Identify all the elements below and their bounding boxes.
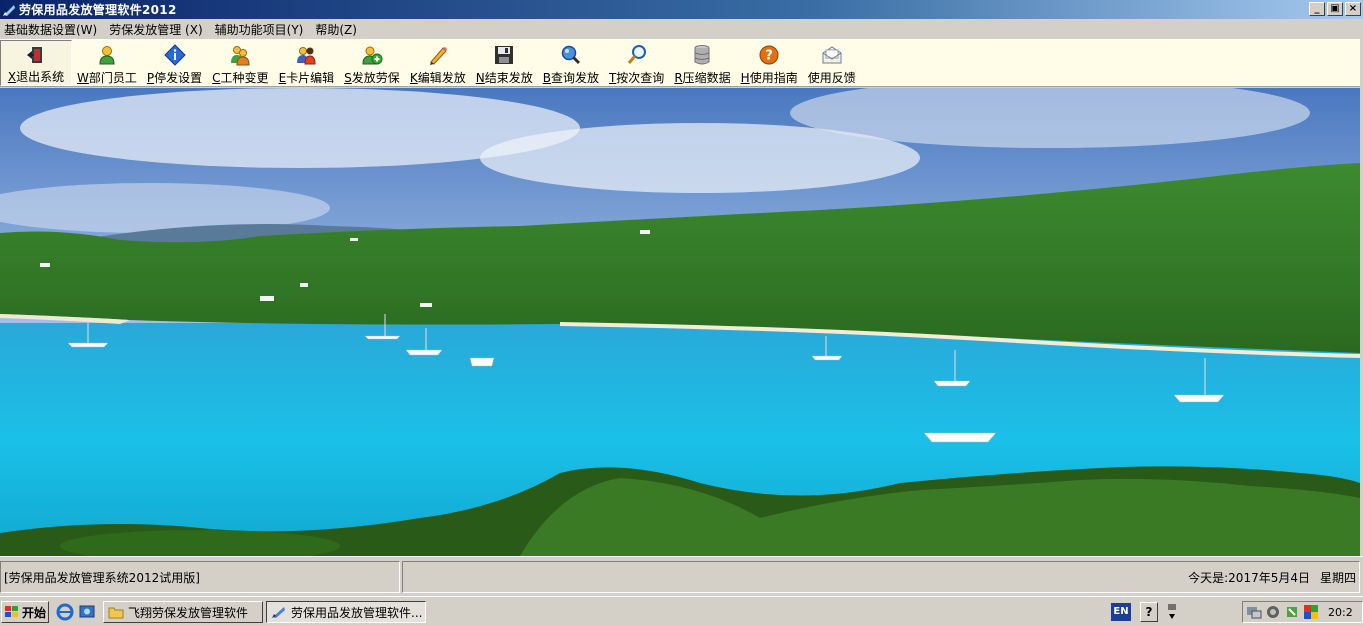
system-tray: 20:2	[1242, 601, 1363, 623]
user-icon	[95, 43, 119, 67]
menu-bar: 基础数据设置(W) 劳保发放管理 (X) 辅助功能项目(Y) 帮助(Z)	[0, 19, 1363, 39]
status-date-panel: 今天是:2017年5月4日 星期四	[402, 561, 1360, 593]
close-button[interactable]: ×	[1345, 2, 1361, 16]
network-icon[interactable]	[1246, 604, 1262, 620]
status-version-text: [劳保用品发放管理系统2012试用版]	[4, 570, 200, 585]
info-diamond-icon	[163, 43, 187, 67]
database-icon	[690, 43, 714, 67]
exit-door-icon	[24, 44, 48, 66]
menu-issue-management[interactable]: 劳保发放管理 (X)	[109, 21, 202, 38]
end-issue-button[interactable]: N结束发放	[471, 40, 538, 86]
tray-arrow-icon[interactable]	[1166, 603, 1178, 621]
title-bar: 劳保用品发放管理软件2012 _ ▣ ×	[0, 0, 1363, 19]
status-date-text: 今天是:2017年5月4日	[1188, 570, 1310, 585]
edit-issue-button[interactable]: K编辑发放	[405, 40, 471, 86]
restore-button[interactable]: ▣	[1327, 2, 1343, 16]
menu-help[interactable]: 帮助(Z)	[315, 21, 357, 38]
pencil-icon	[426, 43, 450, 67]
magnifier-blue-icon	[559, 43, 583, 67]
department-staff-button[interactable]: W部门员工	[72, 40, 142, 86]
query-by-batch-button[interactable]: T按次查询	[604, 40, 669, 86]
taskbar: 开始 飞翔劳保发放管理软件 劳保用品发放管理软件... EN ? 20:2	[0, 596, 1363, 626]
app-icon	[3, 4, 15, 16]
envelope-icon	[820, 43, 844, 67]
status-version-panel: [劳保用品发放管理系统2012试用版]	[0, 561, 400, 593]
clock: 20:2	[1328, 605, 1353, 619]
user-add-icon	[360, 43, 384, 67]
status-bar: [劳保用品发放管理系统2012试用版] 今天是:2017年5月4日 星期四	[0, 556, 1363, 596]
magnifier-icon	[625, 43, 649, 67]
security-icon[interactable]	[1284, 604, 1300, 620]
floppy-disk-icon	[492, 43, 516, 67]
job-change-button[interactable]: C工种变更	[207, 40, 273, 86]
svg-text:?: ?	[765, 49, 773, 64]
window-title: 劳保用品发放管理软件2012	[19, 3, 177, 17]
user-guide-button[interactable]: ? H使用指南	[736, 40, 803, 86]
status-weekday-text: 星期四	[1319, 570, 1356, 585]
start-button[interactable]: 开始	[1, 601, 49, 623]
user-card-icon	[294, 43, 318, 67]
window-controls: _ ▣ ×	[1307, 2, 1361, 16]
background-photo	[0, 88, 1360, 556]
minimize-button[interactable]: _	[1309, 2, 1325, 16]
users-icon	[228, 43, 252, 67]
exit-button[interactable]: X退出系统	[0, 40, 72, 86]
menu-basic-data[interactable]: 基础数据设置(W)	[4, 21, 97, 38]
feedback-button[interactable]: 使用反馈	[803, 40, 861, 86]
help-icon: ?	[757, 43, 781, 67]
card-edit-button[interactable]: E卡片编辑	[274, 40, 340, 86]
suspend-settings-button[interactable]: P停发设置	[142, 40, 207, 86]
help-tray-button[interactable]: ?	[1140, 602, 1158, 622]
app-icon	[272, 607, 285, 618]
windows-logo-icon	[5, 606, 18, 617]
taskbar-item-folder[interactable]: 飞翔劳保发放管理软件	[103, 601, 263, 623]
show-desktop-icon[interactable]	[78, 603, 96, 621]
query-issue-button[interactable]: B查询发放	[538, 40, 604, 86]
taskbar-item-app[interactable]: 劳保用品发放管理软件...	[266, 601, 426, 623]
folder-icon	[108, 607, 124, 619]
language-indicator[interactable]: EN	[1111, 603, 1131, 621]
menu-auxiliary[interactable]: 辅助功能项目(Y)	[215, 21, 304, 38]
color-squares-icon[interactable]	[1303, 604, 1319, 620]
internet-explorer-icon[interactable]	[56, 603, 74, 621]
toolbar: X退出系统 W部门员工 P停发设置 C工种变更 E卡片编辑 S发放劳保 K编辑发…	[0, 39, 1360, 87]
volume-icon[interactable]	[1265, 604, 1281, 620]
compress-data-button[interactable]: R压缩数据	[669, 40, 735, 86]
issue-supplies-button[interactable]: S发放劳保	[339, 40, 405, 86]
